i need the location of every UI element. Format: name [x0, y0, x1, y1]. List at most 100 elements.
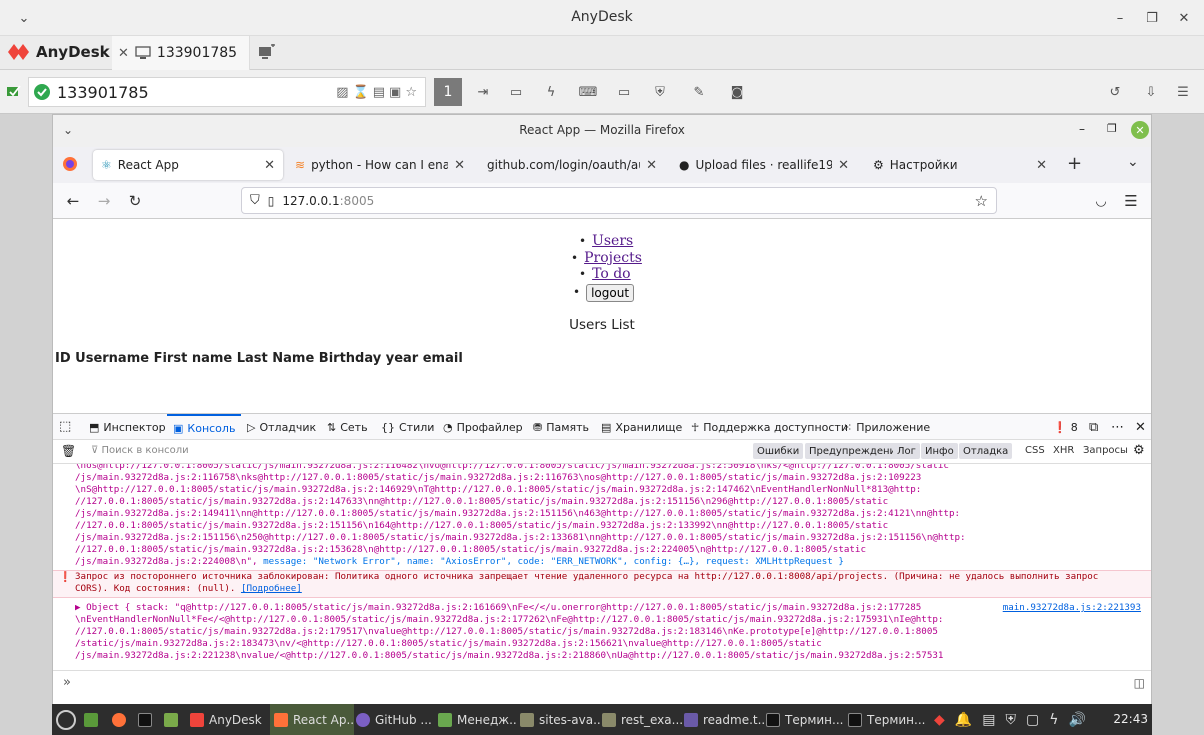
filter-info-button[interactable]: Инфо — [921, 443, 958, 459]
close-devtools-icon[interactable]: ✕ — [1135, 414, 1146, 440]
power-lightning-icon[interactable]: ϟ — [1049, 712, 1058, 728]
ff-close-button[interactable]: ✕ — [1131, 121, 1149, 139]
maximize-button[interactable]: ❐ — [1142, 8, 1162, 28]
url-bar[interactable]: ⛉ ▯ 127.0.0.1:8005 ☆ — [241, 187, 997, 214]
firefox-launcher-icon[interactable] — [112, 704, 126, 735]
tab-memory[interactable]: ⛃ Память — [533, 414, 589, 440]
taskbar-item-manager[interactable]: Менедж... — [438, 704, 518, 735]
filter-warnings-button[interactable]: Предупреждения — [805, 443, 907, 459]
ff-maximize-button[interactable]: ❐ — [1107, 122, 1117, 135]
remote-address-field[interactable]: 133901785 ▨ ⌛ ▤ ▣ ☆ — [28, 77, 426, 107]
display-1-button[interactable]: 1 — [434, 78, 462, 106]
clock[interactable]: 22:43 — [1113, 712, 1148, 726]
whiteboard-pen-icon[interactable]: ✎ — [688, 81, 710, 103]
tab-storage[interactable]: ▤ Хранилище — [601, 414, 682, 440]
start-menu-icon[interactable] — [56, 704, 76, 735]
tab-debugger[interactable]: ▷ Отладчик — [247, 414, 316, 440]
tab-console[interactable]: ▣ Консоль — [167, 414, 242, 440]
taskbar-item-rest-example[interactable]: rest_exa... — [602, 704, 682, 735]
tab-github-upload[interactable]: ● Upload files · reallife1990/m ✕ — [671, 150, 857, 180]
main-menu-icon[interactable]: ☰ — [1172, 81, 1194, 103]
ff-minimize-button[interactable]: – — [1079, 122, 1085, 136]
terminal-launcher-icon[interactable] — [138, 704, 152, 735]
download-icon[interactable]: ⇩ — [1140, 81, 1162, 103]
projects-link[interactable]: Projects — [584, 250, 642, 267]
filter-xhr-toggle[interactable]: XHR — [1053, 445, 1074, 456]
console-settings-gear-icon[interactable]: ⚙ — [1133, 443, 1145, 458]
taskbar-item-sites-available[interactable]: sites-ava... — [520, 704, 600, 735]
list-tabs-chevron-icon[interactable]: ⌄ — [1127, 154, 1139, 170]
shield-icon[interactable]: ⛉ — [250, 193, 260, 208]
object-line[interactable]: ▶ Object { stack: "q@http://127.0.0.1:80… — [75, 602, 1151, 614]
forward-arrow-icon[interactable]: → — [94, 191, 114, 211]
dock-icon[interactable]: ⧉ — [1089, 414, 1098, 440]
users-link[interactable]: Users — [592, 233, 633, 250]
back-arrow-icon[interactable]: ← — [63, 191, 83, 211]
taskbar-item-readme[interactable]: readme.t... — [684, 704, 764, 735]
taskbar-item-terminal-1[interactable]: Термин... — [766, 704, 846, 735]
files-launcher-icon[interactable] — [164, 704, 178, 735]
tab-network[interactable]: ⇅ Сеть — [327, 414, 368, 440]
notifications-bell-icon[interactable]: 🔔 — [955, 712, 972, 728]
history-icon[interactable]: ↺ — [1104, 81, 1126, 103]
app-menu-icon[interactable]: ☰ — [1121, 191, 1141, 211]
reload-icon[interactable]: ↻ — [125, 191, 145, 211]
bookmark-star-icon[interactable]: ☆ — [975, 192, 988, 210]
split-console-icon[interactable]: ◫ — [1134, 676, 1145, 690]
tab-application[interactable]: ⁙ Приложение — [843, 414, 930, 440]
volume-icon[interactable]: 🔊 — [1068, 712, 1085, 728]
tab-styles[interactable]: {} Стили — [381, 414, 434, 440]
actions-lightning-icon[interactable]: ϟ — [540, 81, 562, 103]
screen-off-icon[interactable]: ▨ — [336, 85, 348, 100]
tab-stackoverflow[interactable]: ≋ python - How can I enable C ✕ — [287, 150, 473, 180]
tab-accessibility[interactable]: ☥ Поддержка доступности — [691, 414, 848, 440]
tab-settings[interactable]: ⚙ Настройки ✕ — [865, 150, 1055, 180]
taskbar-item-github[interactable]: GitHub ... — [356, 704, 436, 735]
close-tab-icon[interactable]: ✕ — [118, 46, 129, 61]
pocket-icon[interactable]: ◡ — [1091, 191, 1111, 211]
close-tab-icon[interactable]: ✕ — [838, 158, 849, 173]
filter-input[interactable]: ⊽ Поиск в консоли — [91, 445, 189, 456]
clipboard-icon[interactable]: ▤ — [982, 712, 995, 728]
permissions-shield-icon[interactable]: ⛨ — [649, 81, 671, 103]
tab-inspector[interactable]: ⬒ Инспектор — [89, 414, 166, 440]
new-session-icon[interactable] — [258, 44, 276, 60]
screenshot-icon[interactable]: ◙ — [726, 81, 748, 103]
element-picker-icon[interactable]: ⬚ — [59, 419, 71, 434]
update-shield-icon[interactable]: ⛨ — [1005, 712, 1016, 728]
filter-debug-button[interactable]: Отладка — [959, 443, 1013, 459]
source-location-link[interactable]: main.93272d8a.js:2:221393 — [1003, 602, 1141, 614]
learn-more-link[interactable]: [Подробнее] — [241, 583, 302, 594]
new-tab-plus-icon[interactable]: + — [1067, 153, 1082, 174]
close-tab-icon[interactable]: ✕ — [646, 158, 657, 173]
filter-log-button[interactable]: Лог — [893, 443, 920, 459]
keyboard-toolbar-icon[interactable]: ⌨ — [577, 81, 599, 103]
monitor-lock-icon[interactable]: ▣ — [389, 85, 401, 100]
taskbar-item-terminal-2[interactable]: Термин... — [848, 704, 928, 735]
workspace-icon[interactable]: ▢ — [1026, 712, 1039, 728]
taskbar-item-anydesk[interactable]: AnyDesk — [190, 704, 272, 735]
trash-icon[interactable]: 🗑 — [61, 444, 76, 458]
close-tab-icon[interactable]: ✕ — [264, 158, 275, 173]
display-settings-icon[interactable]: ▭ — [613, 81, 635, 103]
favorite-star-icon[interactable]: ☆ — [405, 85, 417, 100]
close-tab-icon[interactable]: ✕ — [454, 158, 465, 173]
file-transfer-icon[interactable]: ⇥ — [472, 81, 494, 103]
tab-react-app[interactable]: ⚛ React App ✕ — [93, 150, 283, 180]
taskbar-item-firefox[interactable]: React Ap... — [270, 704, 354, 735]
chat-icon[interactable]: ▭ — [505, 81, 527, 103]
todo-link[interactable]: To do — [592, 266, 631, 283]
filter-errors-button[interactable]: Ошибки — [753, 443, 804, 459]
more-options-icon[interactable]: ⋯ — [1111, 414, 1124, 440]
minimize-button[interactable]: – — [1110, 8, 1130, 28]
firefox-view-icon[interactable] — [62, 156, 78, 172]
anydesk-session-tab[interactable]: ✕ 133901785 — [112, 36, 250, 70]
keyboard-icon[interactable]: ▤ — [373, 85, 385, 100]
show-desktop-icon[interactable] — [84, 704, 98, 735]
anydesk-tray-icon[interactable]: ◆ — [934, 712, 945, 728]
tab-github-oauth[interactable]: github.com/login/oauth/author ✕ — [479, 150, 665, 180]
logout-button[interactable]: logout — [586, 283, 635, 302]
close-tab-icon[interactable]: ✕ — [1036, 158, 1047, 173]
filter-requests-toggle[interactable]: Запросы — [1083, 445, 1128, 456]
console-input[interactable]: » ◫ — [53, 670, 1151, 694]
